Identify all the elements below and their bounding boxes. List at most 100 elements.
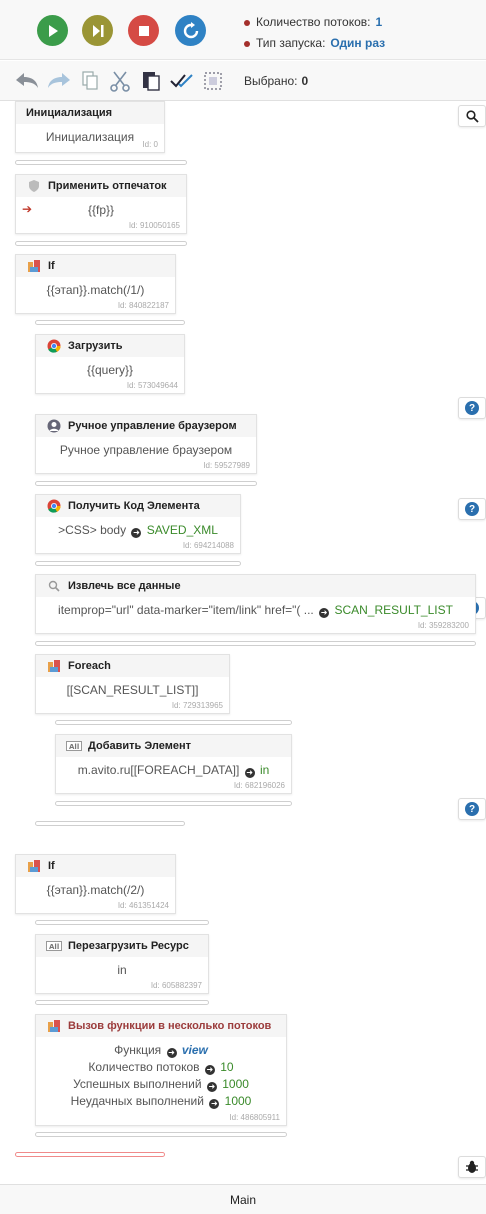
block-get-element-code[interactable]: Получить Код Элемента >CSS> body ➜ SAVED… (35, 494, 241, 554)
help-button[interactable]: ? (458, 498, 486, 520)
tab-main[interactable]: Main (230, 1193, 256, 1207)
block-id: Id: 840822187 (117, 301, 169, 310)
next-step-button[interactable] (82, 15, 113, 46)
block-foreach[interactable]: Foreach [[SCAN_RESULT_LIST]] Id: 7293139… (35, 654, 230, 714)
block-manual-browser[interactable]: Ручное управление браузером Ручное управ… (35, 414, 257, 474)
block-load[interactable]: Загрузить {{query}} Id: 573049644 (35, 334, 185, 394)
stop-button[interactable] (128, 15, 159, 46)
block-id: Id: 729313965 (171, 701, 223, 710)
success-row: Успешных выполнений ➜ 1000 (36, 1076, 286, 1093)
threads-value[interactable]: 1 (376, 12, 383, 33)
block-title: If (48, 260, 55, 272)
arrow-right-icon: ➜ (319, 608, 330, 618)
block-id: Id: 0 (142, 140, 158, 149)
list-icon: All (46, 938, 62, 954)
drop-zone[interactable] (35, 1132, 287, 1137)
help-icon: ? (465, 802, 479, 816)
drop-zone[interactable] (35, 320, 185, 325)
copy-button[interactable] (77, 68, 103, 94)
check-all-button[interactable] (169, 68, 195, 94)
paste-button[interactable] (138, 68, 164, 94)
drop-zone[interactable] (35, 641, 476, 646)
value-text: m.avito.ru[[FOREACH_DATA]] (77, 763, 240, 777)
regex-text: itemprop="url" data-marker="item/link" h… (58, 603, 314, 617)
drop-zone[interactable] (35, 1000, 209, 1005)
block-title: Добавить Элемент (88, 740, 191, 752)
svg-text:All: All (69, 743, 79, 751)
bullet-icon (244, 19, 250, 26)
block-id: Id: 910050165 (128, 221, 180, 230)
arrow-right-icon: ➜ (244, 768, 255, 778)
help-button[interactable]: ? (458, 397, 486, 419)
edit-toolbar: Выбрано: 0 (0, 61, 486, 101)
block-fingerprint[interactable]: Применить отпечаток ➔ {{fp}} Id: 9100501… (15, 174, 187, 234)
drop-zone[interactable] (15, 241, 187, 246)
drop-zone[interactable] (55, 801, 292, 806)
drop-zone[interactable] (35, 821, 185, 826)
current-position-arrow-icon: ➔ (22, 202, 33, 216)
block-extract-data[interactable]: Извлечь все данные itemprop="url" data-m… (35, 574, 476, 634)
block-id: Id: 59527989 (203, 461, 250, 470)
restart-button[interactable] (175, 15, 206, 46)
drop-zone[interactable] (35, 920, 209, 925)
select-button[interactable] (200, 68, 226, 94)
block-id: Id: 682196026 (233, 781, 285, 790)
block-init[interactable]: Инициализация Инициализация Id: 0 (15, 101, 165, 153)
undo-button[interactable] (14, 68, 40, 94)
play-button[interactable] (37, 15, 68, 46)
block-title: Вызов функции в несколько потоков (68, 1020, 272, 1032)
block-if[interactable]: If {{этап}}.match(/1/) Id: 840822187 (15, 254, 176, 314)
bug-icon (466, 1160, 478, 1173)
undo-icon (16, 73, 38, 88)
threads-label: Количество потоков (88, 1060, 200, 1074)
debug-button[interactable] (458, 1156, 486, 1178)
drop-zone[interactable] (35, 561, 241, 566)
drop-zone[interactable] (55, 720, 292, 725)
condition-icon (26, 258, 42, 274)
block-header: All Перезагрузить Ресурс (36, 935, 208, 957)
block-id: Id: 486805911 (229, 1113, 280, 1122)
block-body: [[SCAN_RESULT_LIST]] (66, 683, 199, 697)
bas-script-editor: Количество потоков: 1 Тип запуска: Один … (0, 0, 486, 1214)
paste-icon (143, 72, 160, 91)
fingerprint-icon (26, 178, 42, 194)
block-body: in (117, 963, 127, 977)
chrome-icon (46, 338, 62, 354)
block-header: Вызов функции в несколько потоков (36, 1015, 286, 1037)
block-id: Id: 359283200 (417, 621, 469, 630)
arrow-right-icon: ➜ (209, 1099, 220, 1109)
block-call-function[interactable]: Вызов функции в несколько потоков Функци… (35, 1014, 287, 1126)
fail-label: Неудачных выполнений (70, 1094, 204, 1108)
block-id: Id: 694214088 (182, 541, 234, 550)
help-button[interactable]: ? (458, 798, 486, 820)
redo-button[interactable] (46, 68, 72, 94)
arrow-right-icon: ➜ (204, 1065, 215, 1075)
block-body: Функция ➜ view Количество потоков ➜ 10 У… (36, 1037, 286, 1110)
launch-type-value[interactable]: Один раз (330, 33, 385, 54)
search-icon (465, 109, 479, 123)
block-id: Id: 605882397 (150, 981, 202, 990)
block-header: Применить отпечаток (16, 175, 186, 197)
insert-position-marker[interactable] (15, 1152, 165, 1157)
selected-label: Выбрано: (244, 74, 298, 88)
block-reload-resource[interactable]: All Перезагрузить Ресурс in Id: 60588239… (35, 934, 209, 994)
cut-button[interactable] (107, 68, 133, 94)
block-body: >CSS> body ➜ SAVED_XML (36, 517, 240, 538)
block-body-text: {{fp}} (87, 203, 115, 217)
restart-icon (183, 21, 198, 38)
block-if[interactable]: If {{этап}}.match(/2/) Id: 461351424 (15, 854, 176, 914)
bullet-icon (244, 40, 250, 47)
run-info: Количество потоков: 1 Тип запуска: Один … (244, 12, 385, 54)
selected-value: 0 (301, 74, 309, 88)
run-controls-bar: Количество потоков: 1 Тип запуска: Один … (0, 0, 486, 60)
svg-text:All: All (49, 943, 59, 951)
block-header: Загрузить (36, 335, 184, 357)
help-icon: ? (465, 502, 479, 516)
block-header: Извлечь все данные (36, 575, 475, 597)
list-icon: All (66, 738, 82, 754)
block-body: {{query}} (86, 363, 134, 377)
search-button[interactable] (458, 105, 486, 127)
drop-zone[interactable] (15, 160, 187, 165)
block-add-element[interactable]: All Добавить Элемент m.avito.ru[[FOREACH… (55, 734, 292, 794)
drop-zone[interactable] (35, 481, 257, 486)
